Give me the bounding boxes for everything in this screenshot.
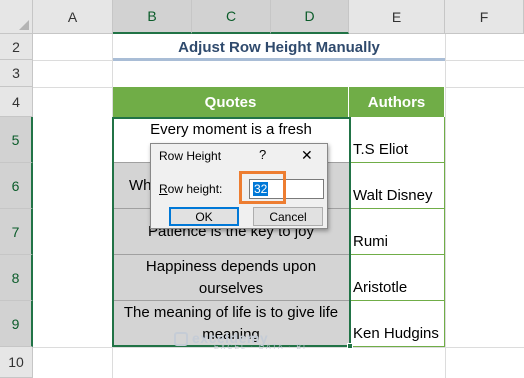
watermark-tagline: EXCEL · DATA · BI bbox=[214, 344, 307, 351]
close-icon[interactable]: ✕ bbox=[301, 147, 313, 164]
row-height-label: Row height: bbox=[159, 182, 223, 196]
row-header-10[interactable]: 10 bbox=[0, 347, 33, 378]
column-header-f[interactable]: F bbox=[445, 0, 524, 34]
author-cell[interactable]: T.S Eliot bbox=[349, 117, 445, 163]
title-underline bbox=[113, 58, 445, 61]
gridline bbox=[445, 34, 446, 378]
author-cell[interactable]: Walt Disney bbox=[349, 163, 445, 209]
row-header-7[interactable]: 7 bbox=[0, 209, 33, 255]
column-header-e[interactable]: E bbox=[349, 0, 445, 34]
select-all-corner[interactable] bbox=[0, 0, 33, 34]
author-cell[interactable]: Aristotle bbox=[349, 255, 445, 301]
row-height-label-rest: ow height: bbox=[167, 182, 223, 196]
row-header-6[interactable]: 6 bbox=[0, 163, 33, 209]
input-highlight-box bbox=[239, 171, 286, 204]
row-height-dialog: Row Height ? ✕ Row height: 32 OK Cancel bbox=[150, 143, 328, 229]
cancel-button[interactable]: Cancel bbox=[253, 207, 323, 226]
row-header-9[interactable]: 9 bbox=[0, 301, 33, 347]
fill-handle[interactable] bbox=[347, 343, 353, 349]
row-header-5[interactable]: 5 bbox=[0, 117, 33, 163]
watermark: exceldemy EXCEL · DATA · BI bbox=[192, 330, 307, 351]
column-header-a[interactable]: A bbox=[33, 0, 113, 34]
ok-button[interactable]: OK bbox=[169, 207, 239, 226]
column-header-b[interactable]: B bbox=[113, 0, 192, 34]
header-quotes[interactable]: Quotes bbox=[113, 87, 349, 117]
row-header-4[interactable]: 4 bbox=[0, 87, 33, 117]
row-header-8[interactable]: 8 bbox=[0, 255, 33, 301]
author-cell[interactable]: Rumi bbox=[349, 209, 445, 255]
column-header-d[interactable]: D bbox=[271, 0, 349, 34]
dialog-title: Row Height bbox=[159, 149, 222, 163]
sheet-title: Adjust Row Height Manually bbox=[178, 38, 380, 56]
author-cell[interactable]: Ken Hudgins bbox=[349, 301, 445, 347]
row-header-2[interactable]: 2 bbox=[0, 34, 33, 60]
help-icon[interactable]: ? bbox=[259, 147, 266, 162]
column-header-c[interactable]: C bbox=[192, 0, 271, 34]
header-authors[interactable]: Authors bbox=[349, 87, 445, 117]
exceldemy-logo-icon bbox=[174, 332, 188, 346]
row-header-3[interactable]: 3 bbox=[0, 60, 33, 87]
